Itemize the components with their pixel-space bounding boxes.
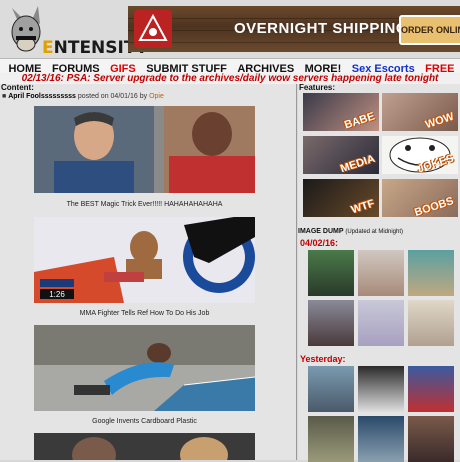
image-dump-heading: IMAGE DUMP (Updated at Midnight) [298,228,404,235]
image-dump-date-yesterday: Yesterday: [300,354,346,364]
features-heading: Features: [299,83,336,92]
image-dump-thumb[interactable] [408,300,454,346]
post-bullet-icon: ■ [2,93,7,100]
post-author[interactable]: Opie [149,93,164,100]
image-dump-thumb[interactable] [308,300,354,346]
image-dump-thumb[interactable] [358,366,404,412]
feature-tile-wow[interactable]: WOW [382,93,458,131]
feature-tile-jokes[interactable]: JOKES [382,136,458,174]
order-online-button[interactable]: ORDER ONLINE [399,15,460,45]
image-dump-thumb[interactable] [408,366,454,412]
image-dump-thumb[interactable] [308,416,354,462]
content-column: Content: ■ April Foolsssssssss posted on… [0,84,297,460]
ad-banner[interactable]: OVERNIGHT SHIPPING.. ORDER ONLINE [128,6,460,52]
post-title[interactable]: April Foolsssssssss [8,93,76,100]
video-thumbnail-magic-trick[interactable] [34,106,255,193]
video-thumbnail-mma-fighter[interactable]: 1:26 [34,217,255,303]
feature-tile-wtf[interactable]: WTF [303,179,379,217]
image-dump-thumb[interactable] [308,250,354,296]
image-dump-thumb[interactable] [358,250,404,296]
image-dump-date-today: 04/02/16: [300,238,339,248]
video-caption[interactable]: MMA Fighter Tells Ref How To Do His Job [34,310,255,317]
image-dump-thumb[interactable] [308,366,354,412]
image-dump-thumb[interactable] [358,416,404,462]
feature-tile-boobs[interactable]: BOOBS [382,179,458,217]
video-thumbnail-cardboard-plastic[interactable] [34,325,255,411]
feature-tile-babe[interactable]: BABE [303,93,379,131]
features-column: Features: BABE WOW MEDIA JOKES WTF BOOBS… [298,83,460,462]
main-nav: HOME FORUMS GIFS SUBMIT STUFF ARCHIVES M… [0,58,460,93]
image-dump-thumb[interactable] [358,300,404,346]
post-meta: posted on 04/01/16 by [77,93,148,100]
banner-badge-icon [134,10,172,48]
image-dump-thumb[interactable] [408,416,454,462]
video-caption[interactable]: Google Invents Cardboard Plastic [34,418,255,425]
post-header: ■ April Foolsssssssss posted on 04/01/16… [2,93,164,100]
site-header: ENTENSITY OVERNIGHT SHIPPING.. ORDER ONL… [0,0,460,58]
image-dump-thumb[interactable] [408,250,454,296]
video-caption[interactable]: The BEST Magic Trick Ever!!!!! HAHAHAHAH… [34,201,255,208]
content-heading: Content: [1,83,34,92]
feature-tile-media[interactable]: MEDIA [303,136,379,174]
video-thumbnail-partial[interactable] [34,433,255,460]
site-logo[interactable]: ENTENSITY [2,2,148,58]
psa-announcement[interactable]: 02/13/16: PSA: Server upgrade to the arc… [0,73,460,84]
banner-headline: OVERNIGHT SHIPPING.. [234,20,418,37]
video-timestamp: 1:26 [49,290,65,299]
